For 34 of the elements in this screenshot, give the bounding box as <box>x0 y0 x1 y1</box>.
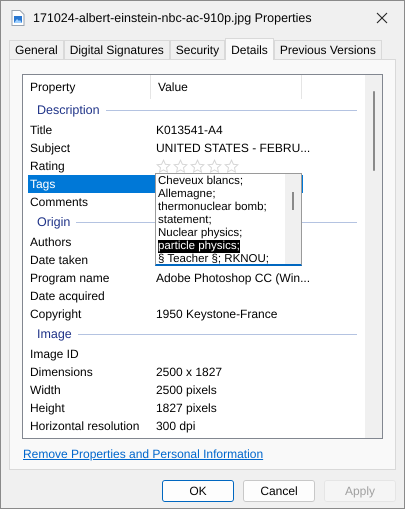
property-name: Date acquired <box>29 289 106 303</box>
tag-text: thermonuclear bomb; <box>158 201 267 214</box>
tag-text: § Teacher §; RKNOU; <box>158 253 270 264</box>
property-name: Title <box>29 123 54 137</box>
property-name: Rating <box>29 159 66 173</box>
property-name: Dimensions <box>29 365 94 379</box>
property-name: Date taken <box>29 253 90 267</box>
group-title: Description <box>37 103 100 117</box>
property-name: Copyright <box>29 307 82 321</box>
property-value: Adobe Photoshop CC (Win... <box>156 271 310 285</box>
tag-text: Nuclear physics; <box>158 227 242 240</box>
window-title: 171024-albert-einstein-nbc-ac-910p.jpg Properties <box>33 11 313 25</box>
property-name: Image ID <box>29 347 80 361</box>
property-name: Horizontal resolution <box>29 419 140 433</box>
group-title: Origin <box>37 215 70 229</box>
tag-text: Cheveux blancs; <box>158 175 244 188</box>
property-value: 2500 pixels <box>156 383 217 397</box>
tag-text: particle physics; <box>158 240 240 253</box>
property-name: Authors <box>29 235 72 249</box>
property-name: Width <box>29 383 62 397</box>
property-name: Height <box>29 401 66 415</box>
property-name: Subject <box>29 141 72 155</box>
property-value: 300 dpi <box>156 419 196 433</box>
tag-text: Allemagne; <box>158 188 216 201</box>
property-value: 2500 x 1827 <box>156 365 222 379</box>
property-value: UNITED STATES - FEBRU... <box>156 141 310 155</box>
property-value: 1827 pixels <box>156 401 217 415</box>
property-name: Program name <box>29 271 110 285</box>
tag-text: statement; <box>158 214 212 227</box>
property-value: K013541-A4 <box>156 123 223 137</box>
group-title: Image <box>37 327 72 341</box>
property-name: Tags <box>29 177 56 191</box>
property-name: Comments <box>29 195 90 209</box>
property-value: 1950 Keystone-France <box>156 307 278 321</box>
